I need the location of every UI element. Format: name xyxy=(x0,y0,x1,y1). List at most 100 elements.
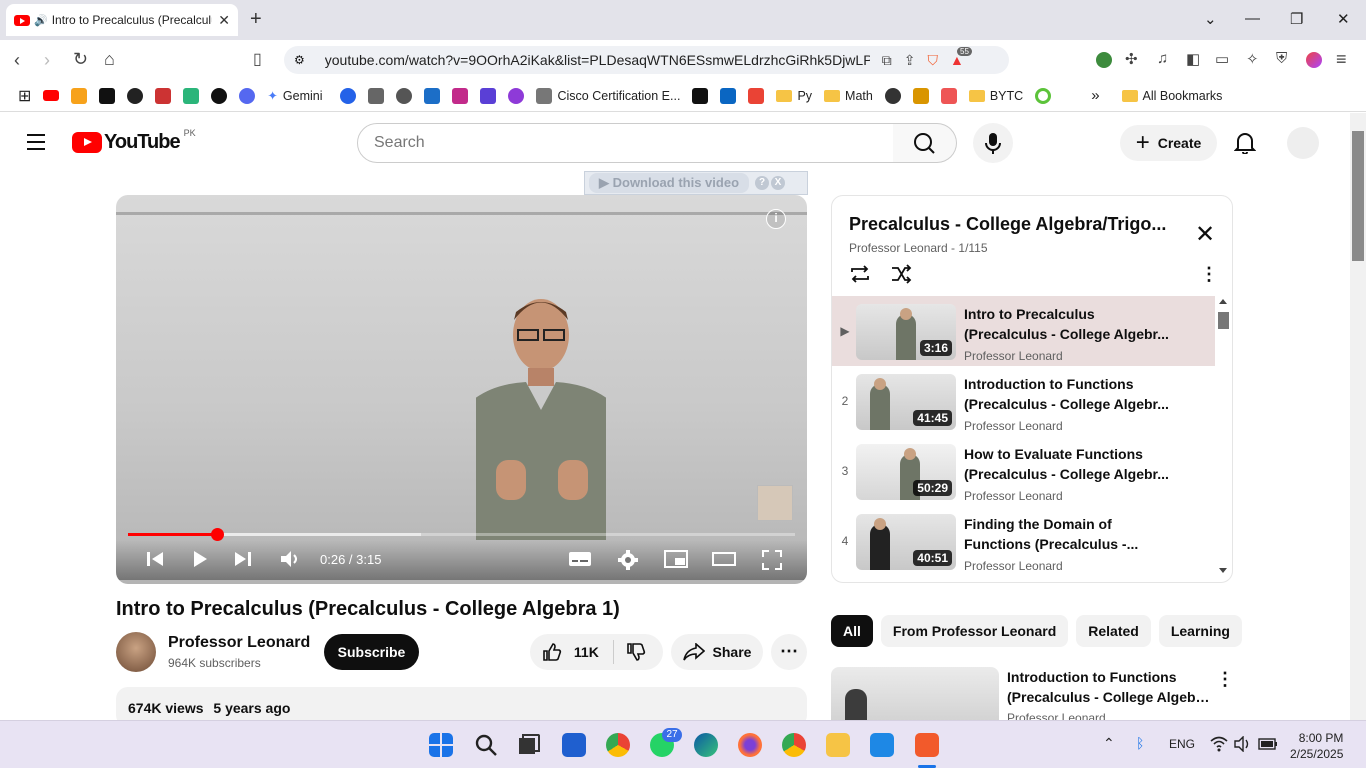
bookmark-x[interactable] xyxy=(692,87,709,104)
bookmark-3[interactable] xyxy=(99,87,116,104)
system-clock[interactable]: 8:00 PM 2/25/2025 xyxy=(1290,730,1343,762)
bookmark-12[interactable] xyxy=(396,87,413,104)
playlist-title[interactable]: Precalculus - College Algebra/Trigo... xyxy=(849,214,1179,235)
bookmark-8[interactable] xyxy=(239,87,256,104)
bookmark-2[interactable] xyxy=(71,87,88,104)
browser-tab[interactable]: 🔊 Intro to Precalculus (Precalculus - Co… xyxy=(6,4,238,36)
bookmark-page-icon[interactable]: ▯ xyxy=(253,49,262,69)
share-page-icon[interactable]: ⇪ xyxy=(904,52,916,69)
task-view-icon[interactable] xyxy=(517,733,541,757)
battery-icon[interactable] xyxy=(1258,737,1278,751)
menu-icon[interactable]: ≡ xyxy=(1336,49,1347,70)
bookmark-youtube[interactable] xyxy=(43,90,60,101)
shuffle-icon[interactable] xyxy=(890,264,912,284)
youtube-logo[interactable]: YouTube PK xyxy=(72,128,196,154)
forward-icon[interactable]: › xyxy=(44,50,50,71)
account-avatar[interactable] xyxy=(1287,127,1319,159)
minimize-icon[interactable]: — xyxy=(1245,10,1260,27)
search-input[interactable]: Search xyxy=(357,123,894,163)
create-button[interactable]: + Create xyxy=(1120,125,1217,161)
search-button[interactable] xyxy=(893,123,957,163)
page-scrollbar[interactable] xyxy=(1350,113,1366,720)
media-icon[interactable]: ♫ xyxy=(1157,50,1168,67)
bookmark-11[interactable] xyxy=(368,87,385,104)
recommended-menu-icon[interactable]: ⋮ xyxy=(1216,669,1234,690)
search-icon[interactable] xyxy=(474,733,498,757)
bookmark-7[interactable] xyxy=(211,87,228,104)
channel-watermark[interactable] xyxy=(757,485,793,521)
next-icon[interactable] xyxy=(234,550,252,568)
bookmark-folder-bytc[interactable]: BYTC xyxy=(968,89,1023,103)
bookmark-6[interactable] xyxy=(183,87,200,104)
download-video-button[interactable]: ▶ Download this video xyxy=(589,173,750,193)
bookmark-gemini[interactable]: ✦ Gemini xyxy=(267,88,322,104)
playlist-scrollbar[interactable] xyxy=(1217,296,1229,581)
download-help-icon[interactable]: ? xyxy=(755,176,770,190)
home-icon[interactable]: ⌂ xyxy=(104,49,115,70)
vpn-shield-icon[interactable]: ⛨ xyxy=(1276,50,1287,67)
notifications-bell-icon[interactable] xyxy=(1233,130,1257,159)
back-icon[interactable]: ‹ xyxy=(14,50,20,71)
chip-from-channel[interactable]: From Professor Leonard xyxy=(880,615,1069,647)
volume-tray-icon[interactable] xyxy=(1234,736,1252,752)
bookmark-folder-py[interactable]: Py xyxy=(776,89,812,103)
bookmarks-overflow-icon[interactable]: » xyxy=(1091,87,1099,104)
recommended-video[interactable]: Introduction to Functions (Precalculus - … xyxy=(831,667,1234,727)
fullscreen-icon[interactable] xyxy=(762,550,782,570)
bluetooth-icon[interactable]: ᛒ xyxy=(1136,735,1144,751)
tab-search-chevron-icon[interactable]: ⌄ xyxy=(1204,10,1217,28)
bookmark-10[interactable] xyxy=(340,87,357,104)
new-tab-icon[interactable]: + xyxy=(250,8,262,31)
bookmark-16[interactable] xyxy=(508,87,525,104)
bookmark-24[interactable] xyxy=(884,87,901,104)
chip-all[interactable]: All xyxy=(831,615,873,647)
miniplayer-icon[interactable] xyxy=(664,550,688,568)
dislike-button[interactable] xyxy=(626,642,646,662)
bookmark-cisco[interactable]: Cisco Certification E... xyxy=(536,87,680,104)
maximize-icon[interactable]: ❐ xyxy=(1290,10,1303,28)
share-button[interactable]: Share xyxy=(671,634,763,670)
close-tab-icon[interactable]: ✕ xyxy=(218,12,230,29)
bookmark-15[interactable] xyxy=(480,87,497,104)
speaker-icon[interactable]: 🔊 xyxy=(34,14,48,27)
channel-avatar[interactable] xyxy=(116,632,156,672)
bookmark-28[interactable] xyxy=(1035,87,1052,104)
bookmark-13[interactable] xyxy=(424,87,441,104)
loop-icon[interactable] xyxy=(849,264,871,284)
download-video-bar[interactable]: ▶ Download this video ? X xyxy=(584,171,808,195)
bookmark-gmail[interactable] xyxy=(748,87,765,104)
playlist-item[interactable]: 2 41:45 Introduction to Functions (Precal… xyxy=(832,366,1215,436)
play-icon[interactable] xyxy=(192,550,208,568)
subscribe-button[interactable]: Subscribe xyxy=(324,634,419,670)
bookmark-5[interactable] xyxy=(155,87,172,104)
open-in-app-icon[interactable]: ⧉ xyxy=(882,52,892,69)
playlist-menu-icon[interactable]: ⋮ xyxy=(1200,264,1218,285)
bookmark-github[interactable] xyxy=(127,87,144,104)
close-playlist-icon[interactable]: ✕ xyxy=(1195,220,1215,249)
tray-overflow-icon[interactable]: ⌃ xyxy=(1103,735,1115,752)
profile-icon[interactable] xyxy=(1306,52,1322,68)
sidebar-icon[interactable]: ◧ xyxy=(1186,50,1200,68)
address-bar[interactable]: ⚙ youtube.com/watch?v=9OOrhA2iKak&list=P… xyxy=(284,46,1009,74)
brave-shields-icon[interactable]: ⛉ xyxy=(928,52,939,69)
chip-learning[interactable]: Learning xyxy=(1158,615,1242,647)
scrollbar-thumb[interactable] xyxy=(1352,131,1364,261)
playlist-item[interactable]: 4 40:51 Finding the Domain of Functions (… xyxy=(832,506,1215,576)
vpn-extension-icon[interactable] xyxy=(1096,52,1112,68)
firefox-icon[interactable] xyxy=(738,733,762,757)
captions-icon[interactable] xyxy=(568,550,592,568)
guide-menu-icon[interactable] xyxy=(27,134,45,155)
settings-gear-icon[interactable] xyxy=(618,550,638,570)
url-text[interactable]: youtube.com/watch?v=9OOrhA2iKak&list=PLD… xyxy=(325,52,870,68)
like-button[interactable]: 11K xyxy=(542,642,599,662)
all-bookmarks[interactable]: All Bookmarks xyxy=(1121,89,1222,103)
bookmark-25[interactable] xyxy=(912,87,929,104)
previous-icon[interactable] xyxy=(146,550,164,568)
microsoft-store-icon[interactable] xyxy=(562,733,586,757)
more-actions-icon[interactable]: ⋯ xyxy=(771,634,807,670)
windows-start-icon[interactable] xyxy=(429,733,453,757)
channel-name[interactable]: Professor Leonard xyxy=(168,634,310,652)
chip-related[interactable]: Related xyxy=(1076,615,1151,647)
theater-mode-icon[interactable] xyxy=(712,550,736,568)
leo-ai-icon[interactable]: ✧ xyxy=(1246,50,1259,68)
